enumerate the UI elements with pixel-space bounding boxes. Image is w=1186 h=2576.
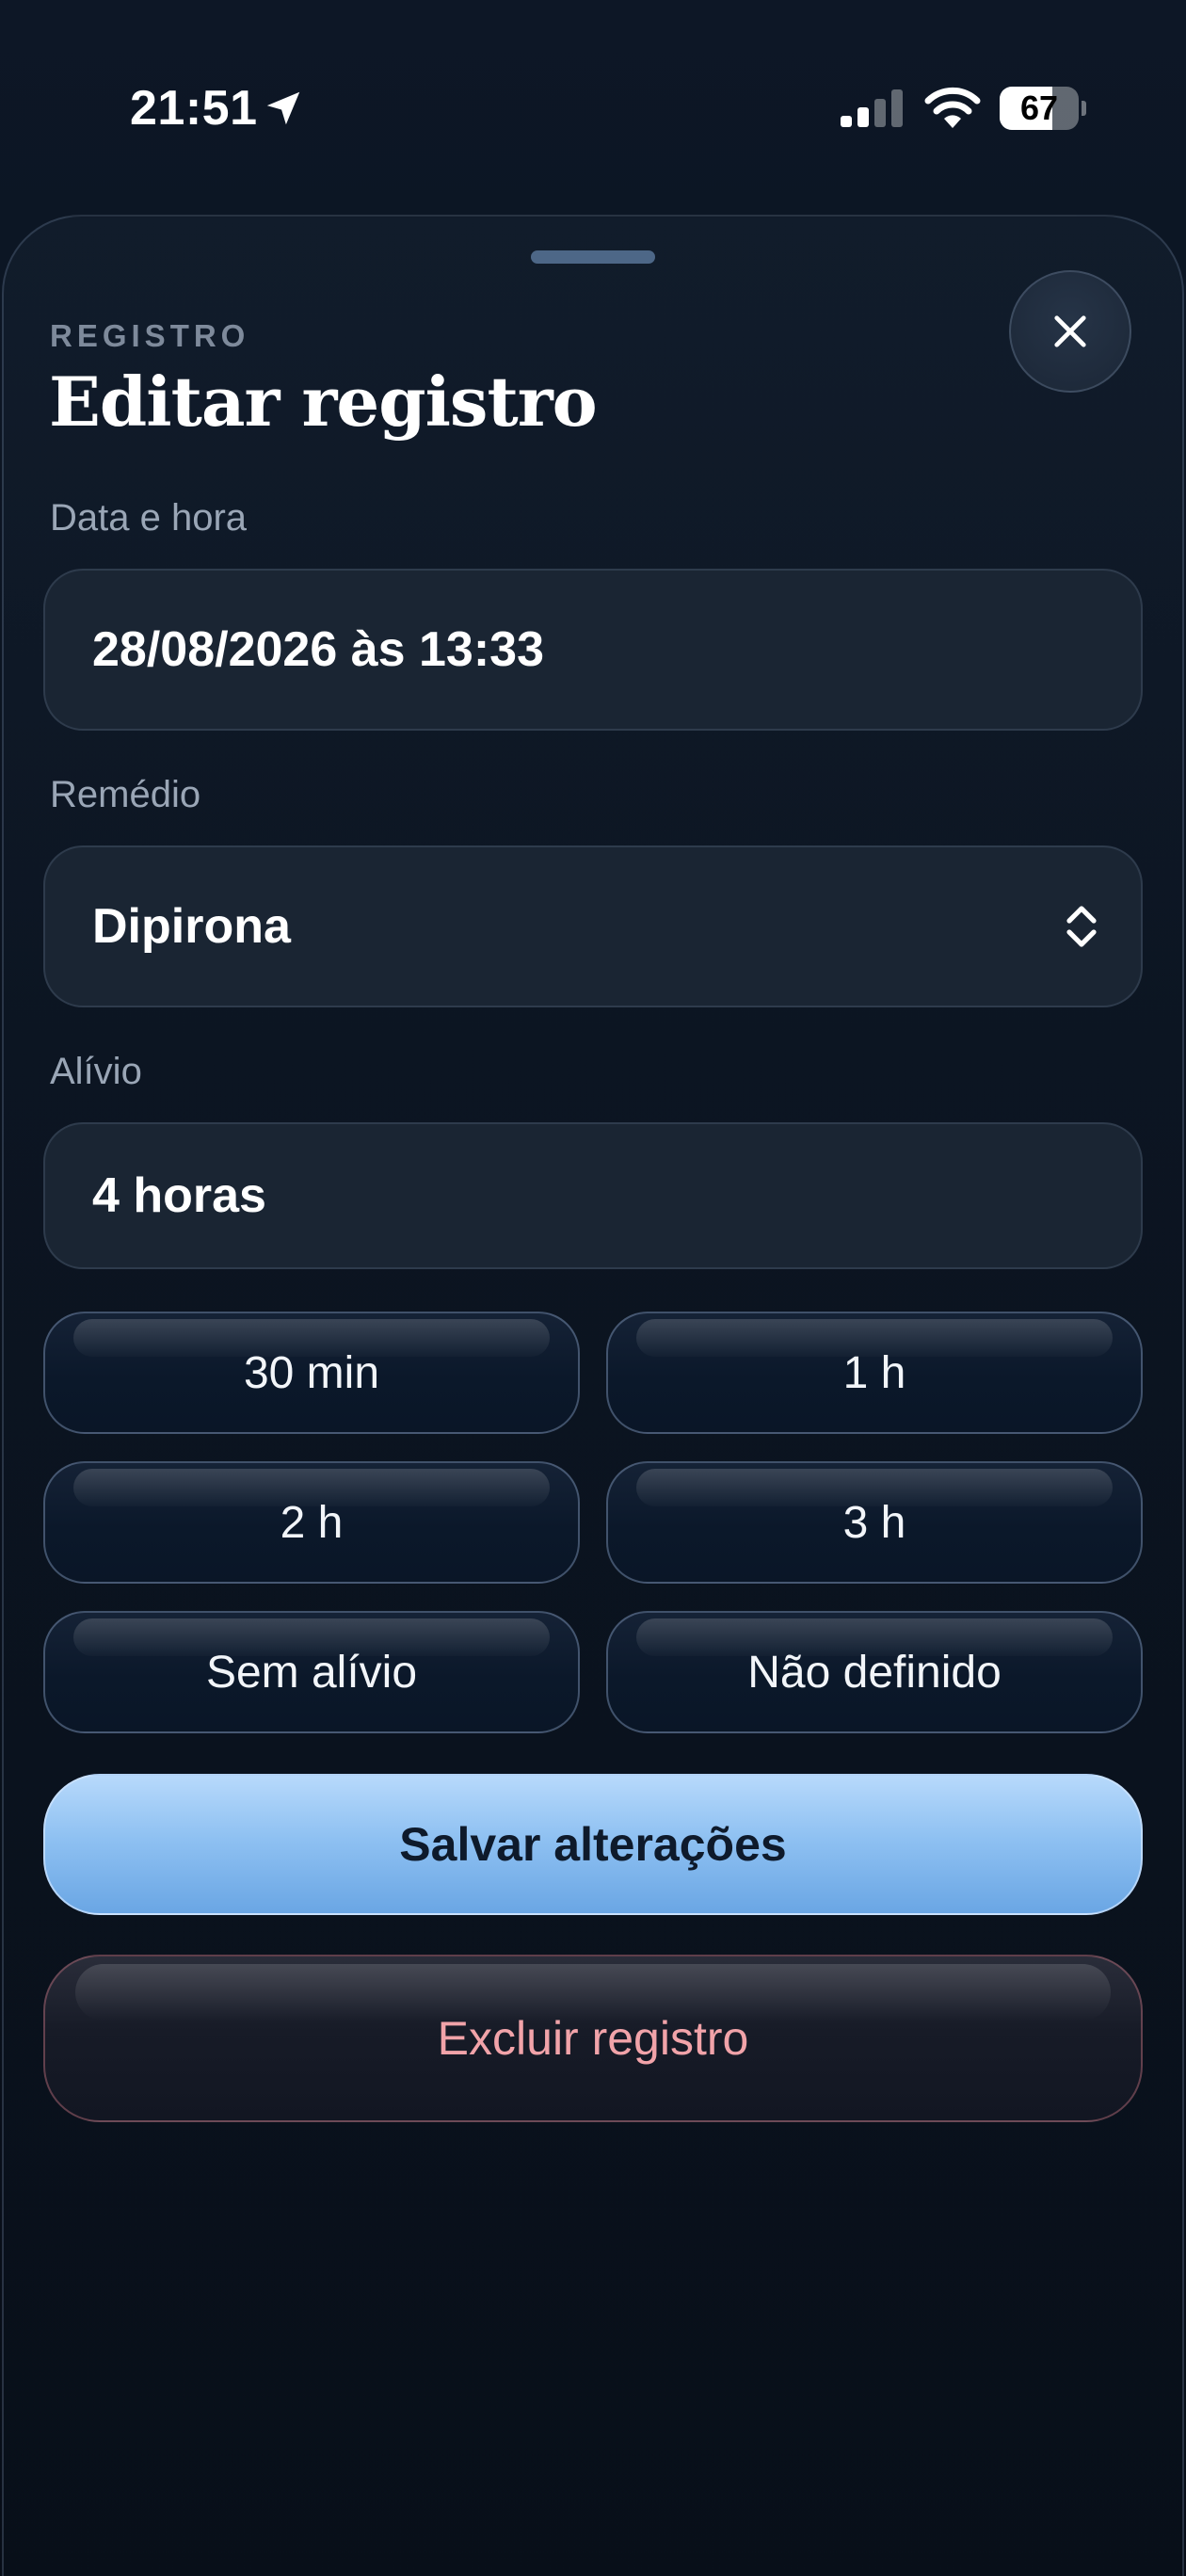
preset-3-h-button[interactable]: 3 h bbox=[606, 1461, 1143, 1584]
datetime-label: Data e hora bbox=[50, 497, 248, 539]
relief-field[interactable]: 4 horas bbox=[43, 1122, 1143, 1269]
preset-30-min-button[interactable]: 30 min bbox=[43, 1312, 580, 1434]
status-time: 21:51 bbox=[130, 81, 258, 136]
location-arrow-icon bbox=[266, 91, 300, 125]
preset-label: 3 h bbox=[842, 1497, 906, 1548]
medicine-select[interactable]: Dipirona bbox=[43, 845, 1143, 1007]
preset-label: Não definido bbox=[747, 1647, 1002, 1698]
medicine-value: Dipirona bbox=[92, 899, 291, 954]
save-button-label: Salvar alterações bbox=[399, 1818, 787, 1871]
wifi-icon bbox=[924, 87, 981, 128]
preset-label: 2 h bbox=[280, 1497, 344, 1548]
status-bar: 21:51 67 bbox=[0, 0, 1186, 188]
preset-label: 30 min bbox=[243, 1347, 380, 1398]
battery-icon: 67 bbox=[1000, 87, 1086, 130]
preset-2-h-button[interactable]: 2 h bbox=[43, 1461, 580, 1584]
battery-body: 67 bbox=[1000, 87, 1079, 130]
save-button[interactable]: Salvar alterações bbox=[43, 1774, 1143, 1915]
battery-level: 67 bbox=[1019, 89, 1059, 127]
datetime-field[interactable]: 28/08/2026 às 13:33 bbox=[43, 569, 1143, 731]
preset-undefined-button[interactable]: Não definido bbox=[606, 1611, 1143, 1733]
preset-1-h-button[interactable]: 1 h bbox=[606, 1312, 1143, 1434]
screen: 21:51 67 REGISTRO Editar registro Data e… bbox=[0, 0, 1186, 2576]
preset-label: Sem alívio bbox=[205, 1647, 418, 1698]
battery-cap bbox=[1082, 101, 1086, 116]
close-icon bbox=[1054, 315, 1086, 347]
preset-no-relief-button[interactable]: Sem alívio bbox=[43, 1611, 580, 1733]
datetime-value: 28/08/2026 às 13:33 bbox=[92, 622, 544, 677]
medicine-label: Remédio bbox=[50, 774, 201, 815]
relief-value: 4 horas bbox=[92, 1168, 266, 1223]
chevron-up-down-icon bbox=[1066, 906, 1097, 947]
sheet-title: Editar registro bbox=[49, 362, 598, 442]
preset-label: 1 h bbox=[842, 1347, 906, 1398]
delete-button-label: Excluir registro bbox=[437, 2012, 749, 2065]
cellular-signal-icon bbox=[841, 89, 903, 127]
sheet-eyebrow: REGISTRO bbox=[50, 318, 250, 353]
sheet-grabber[interactable] bbox=[531, 250, 655, 264]
relief-label: Alívio bbox=[50, 1051, 142, 1092]
close-button[interactable] bbox=[1009, 270, 1131, 393]
delete-button[interactable]: Excluir registro bbox=[43, 1955, 1143, 2122]
